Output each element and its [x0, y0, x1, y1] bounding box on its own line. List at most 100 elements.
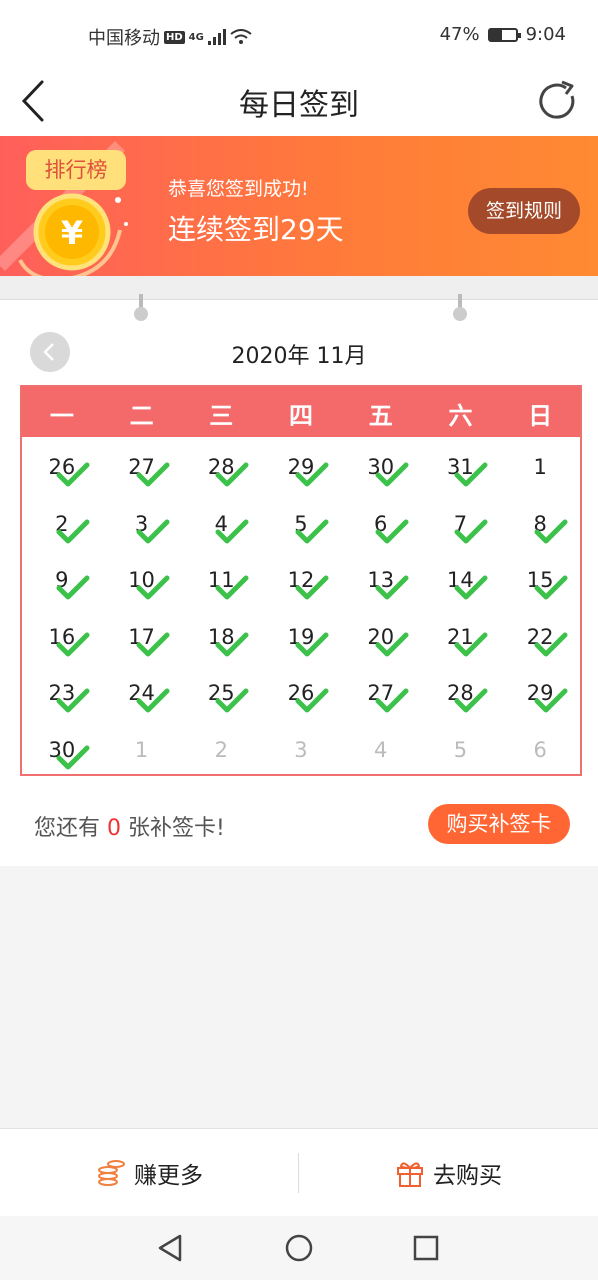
status-left: 中国移动 HD 4G: [88, 24, 252, 50]
battery-fill: [489, 29, 502, 40]
tab-earn-more[interactable]: 赚更多: [0, 1129, 299, 1216]
check-mark-icon: [454, 632, 488, 656]
weekday-label: 五: [368, 402, 393, 430]
check-mark-icon: [454, 688, 488, 713]
check-mark-icon: [534, 688, 568, 713]
calendar-day[interactable]: 7: [421, 494, 501, 551]
calendar-day[interactable]: 3: [102, 494, 182, 551]
checkin-rules-button[interactable]: 签到规则: [468, 188, 580, 234]
check-mark-icon: [534, 519, 568, 543]
buy-makeup-card-button[interactable]: 购买补签卡: [428, 804, 570, 844]
calendar-day[interactable]: 3: [261, 720, 341, 777]
check-mark-icon: [454, 519, 488, 543]
calendar-day[interactable]: 14: [421, 550, 501, 607]
makeup-suffix: 张补签卡!: [121, 816, 225, 841]
calendar-day[interactable]: 25: [181, 663, 261, 720]
calendar-day[interactable]: 15: [500, 550, 580, 607]
battery-percent: 47%: [439, 24, 480, 45]
weekday-header: 一二三四五六日: [22, 387, 580, 437]
calendar-day[interactable]: 13: [341, 550, 421, 607]
system-back-icon[interactable]: [154, 1232, 186, 1264]
check-mark-icon: [295, 519, 329, 543]
calendar-day[interactable]: 29: [500, 663, 580, 720]
system-nav-bar: [0, 1216, 598, 1280]
streak-text: 连续签到29天: [168, 213, 344, 246]
calendar-day[interactable]: 24: [102, 663, 182, 720]
check-mark-icon: [375, 575, 409, 600]
check-mark-icon: [215, 519, 249, 543]
clock: 9:04: [525, 24, 566, 45]
tab-divider: [298, 1153, 299, 1193]
calendar-day[interactable]: 22: [500, 607, 580, 664]
calendar-day[interactable]: 30: [22, 720, 102, 777]
calendar-day[interactable]: 12: [261, 550, 341, 607]
check-mark-icon: [534, 632, 568, 656]
check-mark-icon: [215, 632, 249, 656]
calendar-day[interactable]: 6: [341, 494, 421, 551]
month-title: 2020年 11月: [231, 344, 367, 369]
calendar-day[interactable]: 1: [102, 720, 182, 777]
makeup-prefix: 您还有: [34, 816, 107, 841]
calendar-day[interactable]: 19: [261, 607, 341, 664]
check-mark-icon: [136, 462, 170, 487]
calendar-day[interactable]: 27: [341, 663, 421, 720]
calendar-day[interactable]: 30: [341, 437, 421, 494]
calendar-day[interactable]: 28: [421, 663, 501, 720]
calendar-day[interactable]: 27: [102, 437, 182, 494]
system-home-icon[interactable]: [283, 1232, 315, 1264]
calendar-day[interactable]: 9: [22, 550, 102, 607]
status-bar: 中国移动 HD 4G 47% 9:04: [0, 0, 598, 68]
wifi-icon: [230, 29, 252, 44]
calendar-day[interactable]: 23: [22, 663, 102, 720]
calendar-day[interactable]: 16: [22, 607, 102, 664]
calendar-day[interactable]: 11: [181, 550, 261, 607]
coin-icon: ¥: [18, 193, 128, 276]
check-mark-icon: [375, 462, 409, 487]
calendar-day[interactable]: 4: [341, 720, 421, 777]
check-mark-icon: [215, 688, 249, 713]
tab-go-buy[interactable]: 去购买: [299, 1129, 598, 1216]
calendar-day[interactable]: 26: [261, 663, 341, 720]
check-mark-icon: [136, 632, 170, 656]
calendar-card: 2020年 11月 一二三四五六日 26 27 28 29 30 31 1 2 3 4 5 6 7 8 9 1…: [0, 294, 598, 866]
calendar-day[interactable]: 6: [500, 720, 580, 777]
check-mark-icon: [215, 462, 249, 487]
calendar-day[interactable]: 28: [181, 437, 261, 494]
calendar-day[interactable]: 29: [261, 437, 341, 494]
calendar-day[interactable]: 17: [102, 607, 182, 664]
weekday-label: 四: [289, 402, 314, 430]
check-mark-icon: [56, 745, 90, 769]
calendar-day[interactable]: 18: [181, 607, 261, 664]
calendar-day[interactable]: 31: [421, 437, 501, 494]
battery-icon: [487, 27, 521, 42]
hd-badge: HD: [164, 30, 185, 44]
weekday-label: 二: [129, 402, 154, 430]
calendar-day[interactable]: 5: [421, 720, 501, 777]
system-recent-icon[interactable]: [410, 1232, 442, 1264]
check-mark-icon: [136, 575, 170, 600]
carrier-name: 中国移动: [88, 28, 160, 49]
divider-strip: [0, 276, 598, 300]
calendar-day[interactable]: 8: [500, 494, 580, 551]
check-mark-icon: [56, 462, 90, 487]
calendar-day[interactable]: 26: [22, 437, 102, 494]
makeup-card-row: 您还有 0 张补签卡! 购买补签卡: [0, 790, 598, 860]
calendar-day[interactable]: 21: [421, 607, 501, 664]
network-type: 4G: [188, 31, 204, 43]
check-mark-icon: [454, 462, 488, 487]
check-mark-icon: [295, 462, 329, 487]
refresh-icon[interactable]: [536, 76, 580, 126]
makeup-count: 0: [107, 816, 121, 841]
calendar-day[interactable]: 1: [500, 437, 580, 494]
calendar-day[interactable]: 10: [102, 550, 182, 607]
calendar-day[interactable]: 20: [341, 607, 421, 664]
calendar-day[interactable]: 4: [181, 494, 261, 551]
calendar-day[interactable]: 5: [261, 494, 341, 551]
calendar-days: 26 27 28 29 30 31 1 2 3 4 5 6 7 8 9 10 11 12 13 14 15 16 17 18 1…: [22, 437, 580, 776]
calendar-day[interactable]: 2: [181, 720, 261, 777]
calendar-day[interactable]: 2: [22, 494, 102, 551]
tab-go-buy-label: 去购买: [433, 1162, 502, 1189]
check-mark-icon: [56, 519, 90, 543]
bottom-tabs: 赚更多 去购买: [0, 1128, 598, 1216]
nav-bar: 每日签到: [0, 68, 598, 136]
